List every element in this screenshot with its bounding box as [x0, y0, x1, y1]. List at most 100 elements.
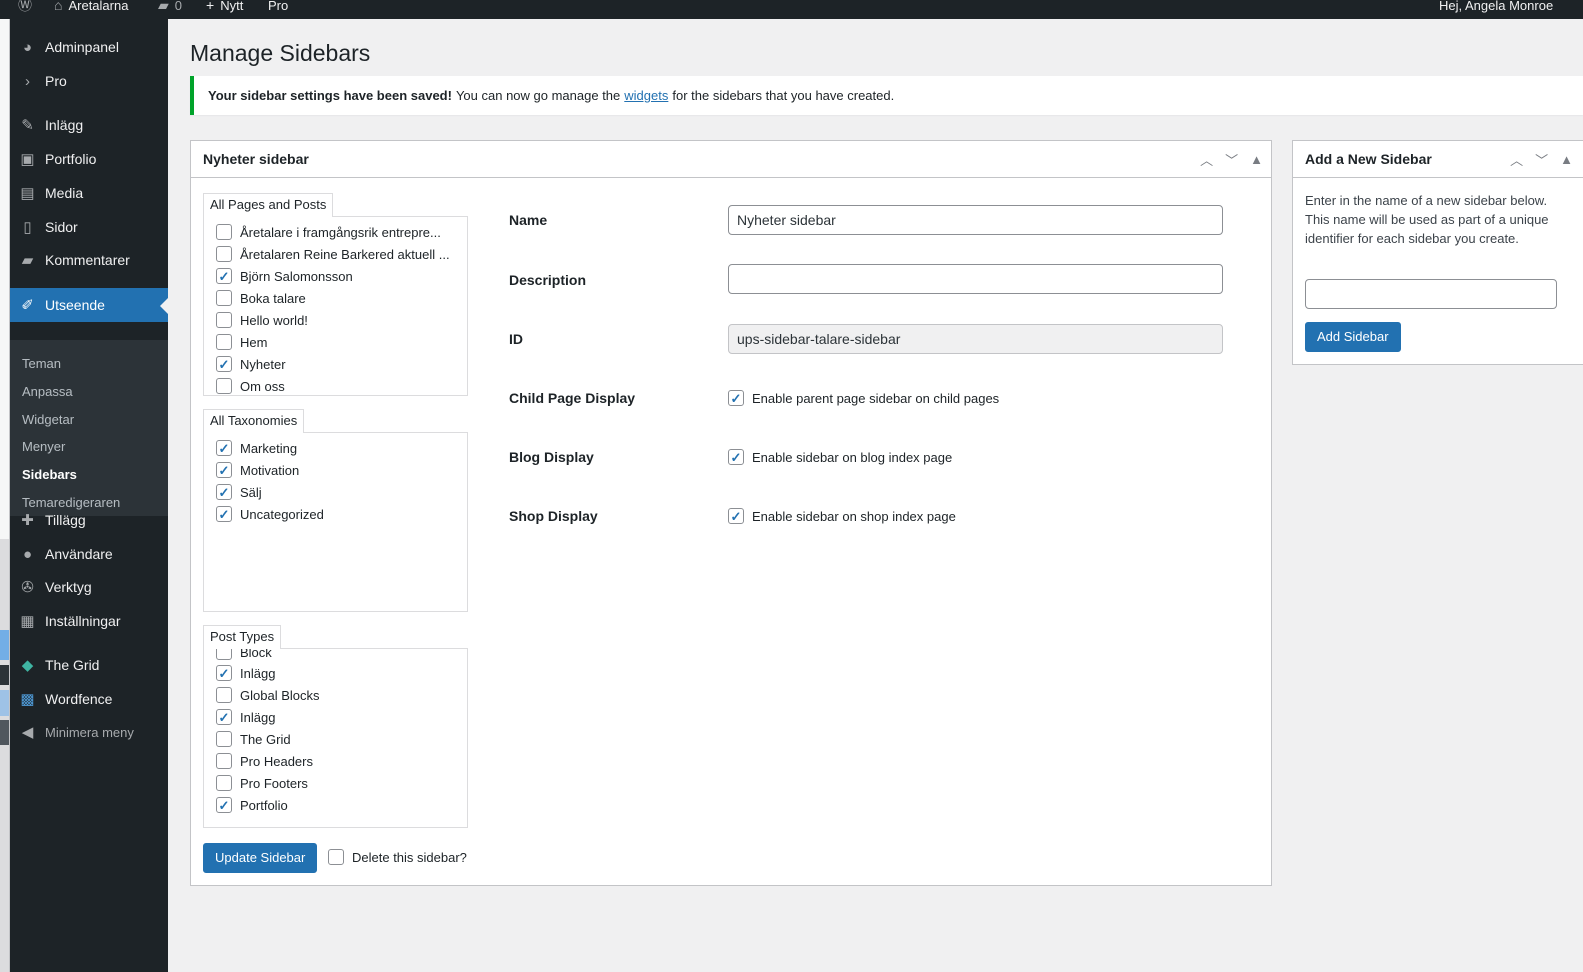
- submenu-item-sidebars[interactable]: Sidebars: [22, 467, 77, 482]
- menu-item-anvandare[interactable]: ● Användare: [10, 537, 168, 571]
- list-item[interactable]: ✓ Nyheter: [216, 353, 286, 375]
- list-item[interactable]: Åretalare i framgångsrik entrepre...: [216, 221, 441, 243]
- list-item[interactable]: ✓ Björn Salomonsson: [216, 265, 353, 287]
- child-page-option[interactable]: ✓ Enable parent page sidebar on child pag…: [728, 390, 999, 406]
- menu-item-media[interactable]: ▤ Media: [10, 176, 168, 210]
- widgets-link[interactable]: widgets: [624, 88, 668, 103]
- list-item[interactable]: ✓ Inlägg: [216, 662, 275, 684]
- site-name-link[interactable]: ⌂ Aretalarna: [54, 0, 128, 19]
- name-input[interactable]: [728, 205, 1223, 235]
- checkbox-checked[interactable]: ✓: [216, 797, 232, 813]
- checkbox[interactable]: [216, 649, 232, 660]
- comments-link[interactable]: ▰ 0: [158, 0, 182, 19]
- menu-item-utseende[interactable]: ✐ Utseende: [10, 288, 168, 322]
- list-item[interactable]: ✓ Marketing: [216, 437, 297, 459]
- description-input[interactable]: [728, 264, 1223, 294]
- list-item[interactable]: ✓ Uncategorized: [216, 503, 324, 525]
- checkbox[interactable]: [216, 731, 232, 747]
- list-item[interactable]: Block: [216, 649, 272, 663]
- checkbox[interactable]: [216, 334, 232, 350]
- checkbox-checked[interactable]: ✓: [728, 390, 744, 406]
- list-item[interactable]: The Grid: [216, 728, 291, 750]
- list-item[interactable]: Hem: [216, 331, 267, 353]
- menu-item-tillagg[interactable]: ✚ Tillägg: [10, 503, 168, 537]
- list-item[interactable]: Pro Headers: [216, 750, 313, 772]
- move-up-icon[interactable]: ︿: [1200, 150, 1213, 169]
- page-title: Manage Sidebars: [190, 40, 371, 66]
- checkbox-checked[interactable]: ✓: [728, 508, 744, 524]
- checkbox[interactable]: [216, 290, 232, 306]
- chevron-right-icon: ›: [25, 72, 30, 90]
- add-sidebar-button[interactable]: Add Sidebar: [1305, 322, 1401, 352]
- submenu-item-menyer[interactable]: Menyer: [22, 439, 65, 454]
- list-item[interactable]: ✓ Portfolio: [216, 794, 288, 816]
- toggle-panel-icon[interactable]: ▲: [1250, 152, 1263, 167]
- menu-item-portfolio[interactable]: ▣ Portfolio: [10, 142, 168, 176]
- comment-icon: ▰: [21, 252, 34, 269]
- submenu-item-widgetar[interactable]: Widgetar: [22, 412, 74, 427]
- menu-item-inlagg[interactable]: ✎ Inlägg: [10, 108, 168, 142]
- checkbox-checked[interactable]: ✓: [216, 356, 232, 372]
- pro-link[interactable]: Pro: [268, 0, 288, 19]
- new-sidebar-name-input[interactable]: [1305, 279, 1557, 309]
- list-item[interactable]: ✓ Sälj: [216, 481, 262, 503]
- move-down-icon[interactable]: ﹀: [1535, 150, 1548, 169]
- grid-icon: ◆: [21, 657, 34, 674]
- checkbox-checked[interactable]: ✓: [216, 268, 232, 284]
- sidebar-box-title: Nyheter sidebar: [191, 141, 1271, 178]
- pages-list[interactable]: Åretalare i framgångsrik entrepre... Åre…: [203, 216, 468, 396]
- menu-item-sidor[interactable]: ▯ Sidor: [10, 210, 168, 244]
- menu-item-verktyg[interactable]: ✇ Verktyg: [10, 570, 168, 604]
- menu-item-pro[interactable]: › Pro: [10, 64, 168, 98]
- checkbox-checked[interactable]: ✓: [216, 506, 232, 522]
- submenu-item-anpassa[interactable]: Anpassa: [22, 384, 73, 399]
- success-notice: Your sidebar settings have been saved! Y…: [190, 76, 1583, 115]
- checkbox-checked[interactable]: ✓: [216, 709, 232, 725]
- delete-sidebar-option[interactable]: Delete this sidebar?: [328, 849, 467, 865]
- notice-bold-text: Your sidebar settings have been saved!: [208, 88, 452, 103]
- move-up-icon[interactable]: ︿: [1510, 150, 1523, 169]
- update-sidebar-button[interactable]: Update Sidebar: [203, 843, 318, 873]
- checkbox-checked[interactable]: ✓: [216, 462, 232, 478]
- blog-display-option[interactable]: ✓ Enable sidebar on blog index page: [728, 449, 952, 465]
- list-item[interactable]: Hello world!: [216, 309, 308, 331]
- collapse-menu-button[interactable]: ◀ Minimera meny: [10, 715, 168, 749]
- list-item[interactable]: Om oss: [216, 375, 285, 395]
- checkbox-checked[interactable]: ✓: [216, 440, 232, 456]
- checkbox[interactable]: [216, 687, 232, 703]
- checkbox[interactable]: [216, 224, 232, 240]
- menu-item-kommentarer[interactable]: ▰ Kommentarer: [10, 243, 168, 277]
- checkbox[interactable]: [328, 849, 344, 865]
- menu-item-the-grid[interactable]: ◆ The Grid: [10, 648, 168, 682]
- checkbox-checked[interactable]: ✓: [216, 484, 232, 500]
- id-input[interactable]: [728, 324, 1223, 354]
- new-content-link[interactable]: + Nytt: [206, 0, 243, 19]
- post-types-list[interactable]: Block ✓ Inlägg Global Blocks ✓ Inlägg The …: [203, 648, 468, 828]
- account-greeting[interactable]: Hej, Angela Monroe: [1439, 0, 1553, 19]
- list-item[interactable]: Pro Footers: [216, 772, 308, 794]
- checkbox[interactable]: [216, 378, 232, 394]
- checkbox[interactable]: [216, 246, 232, 262]
- new-sidebar-description: Enter in the name of a new sidebar below…: [1305, 193, 1549, 246]
- checkbox[interactable]: [216, 775, 232, 791]
- move-down-icon[interactable]: ﹀: [1225, 150, 1238, 169]
- checkbox[interactable]: [216, 312, 232, 328]
- checkbox[interactable]: [216, 753, 232, 769]
- list-item[interactable]: ✓ Inlägg: [216, 706, 275, 728]
- list-item[interactable]: Boka talare: [216, 287, 306, 309]
- submenu-item-teman[interactable]: Teman: [22, 356, 61, 371]
- menu-item-installningar[interactable]: ▦ Inställningar: [10, 604, 168, 638]
- list-item[interactable]: Global Blocks: [216, 684, 319, 706]
- taxonomies-list[interactable]: ✓ Marketing ✓ Motivation ✓ Sälj ✓ Uncategori…: [203, 432, 468, 612]
- list-item[interactable]: ✓ Motivation: [216, 459, 299, 481]
- wordpress-logo-icon[interactable]: Ⓦ: [18, 0, 32, 19]
- shop-display-option[interactable]: ✓ Enable sidebar on shop index page: [728, 508, 956, 524]
- collapse-icon: ◀: [21, 724, 34, 741]
- menu-item-wordfence[interactable]: ▩ Wordfence: [10, 682, 168, 716]
- checkbox-checked[interactable]: ✓: [728, 449, 744, 465]
- admin-menu: ◕ Adminpanel › Pro ✎ Inlägg ▣ Portfolio ▤ Med…: [10, 19, 168, 972]
- list-item[interactable]: Åretalaren Reine Barkered aktuell ...: [216, 243, 450, 265]
- checkbox-checked[interactable]: ✓: [216, 665, 232, 681]
- toggle-panel-icon[interactable]: ▲: [1560, 152, 1573, 167]
- menu-item-adminpanel[interactable]: ◕ Adminpanel: [10, 30, 168, 64]
